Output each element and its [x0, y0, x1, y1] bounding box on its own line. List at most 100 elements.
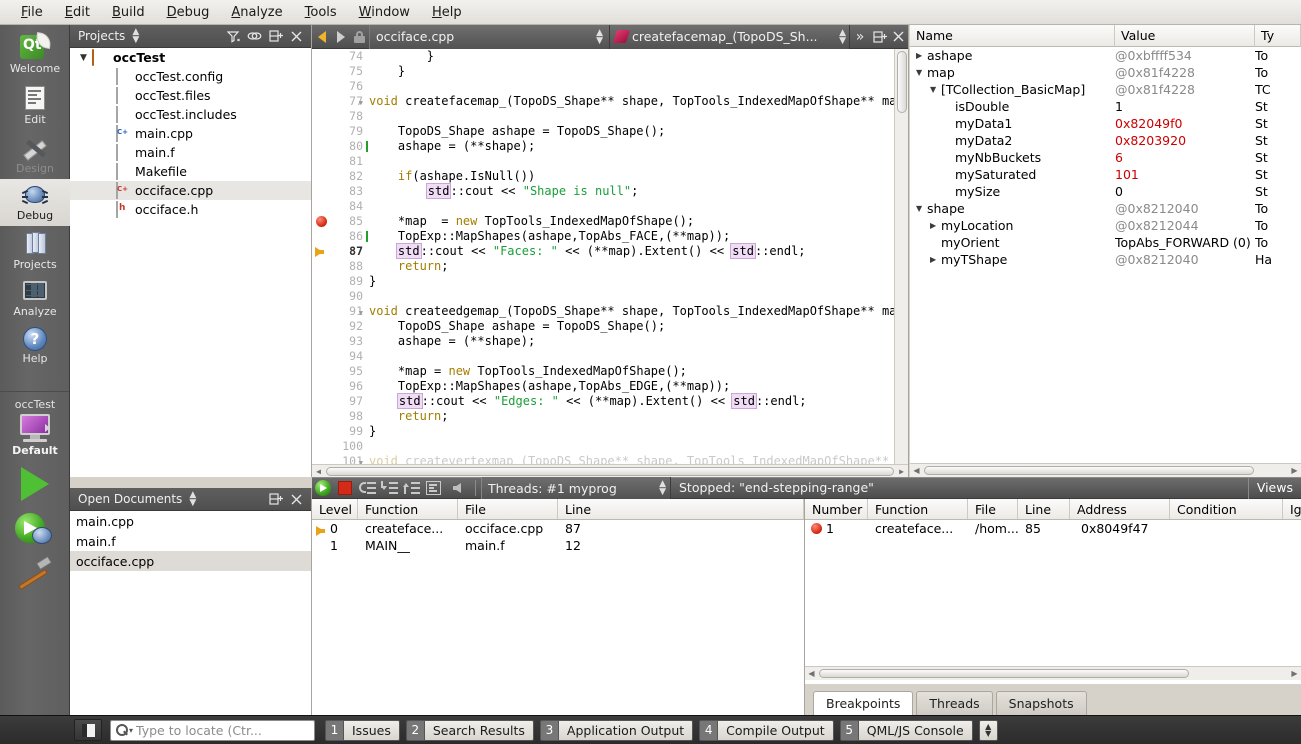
gutter-line[interactable]: 89: [312, 274, 369, 289]
scrollbar-thumb[interactable]: [819, 669, 1189, 678]
scroll-left-icon[interactable]: ◀: [910, 464, 923, 477]
scroll-left-icon[interactable]: ◀: [312, 465, 325, 478]
gutter-line[interactable]: 86: [312, 229, 369, 244]
gutter-line[interactable]: 90: [312, 289, 369, 304]
open-documents-list[interactable]: main.cpp main.f occiface.cpp: [70, 511, 311, 715]
tree-row[interactable]: occTest.includes: [70, 105, 311, 124]
gutter-line[interactable]: 78: [312, 109, 369, 124]
chevron-updown-icon[interactable]: ▲ ▼: [839, 28, 849, 45]
twisty-icon[interactable]: ▼: [80, 53, 92, 63]
continue-button[interactable]: [312, 477, 334, 499]
output-tab-search-results[interactable]: 2 Search Results: [405, 719, 534, 742]
scrollbar-thumb[interactable]: [897, 51, 907, 113]
menu-item-tools[interactable]: Tools: [294, 3, 348, 22]
file-combo[interactable]: occiface.cpp ▲ ▼: [369, 24, 610, 49]
bp-column-number[interactable]: Number: [805, 499, 868, 519]
twisty-icon[interactable]: ▼: [916, 204, 927, 213]
gutter-line[interactable]: 92: [312, 319, 369, 334]
gutter-line[interactable]: 88: [312, 259, 369, 274]
gutter-line[interactable]: 74: [312, 49, 369, 64]
navigate-forward-button[interactable]: [331, 25, 350, 49]
locals-row[interactable]: ▶ myTShape @0x8212040 Ha: [910, 251, 1301, 268]
breakpoints-rows[interactable]: 1 createface... /hom... 85 0x8049f47: [805, 520, 1301, 685]
step-out-button[interactable]: [400, 477, 422, 499]
table-row[interactable]: 1 createface... /hom... 85 0x8049f47: [805, 520, 1301, 537]
gutter-line[interactable]: 93: [312, 334, 369, 349]
menu-item-file[interactable]: File: [10, 3, 54, 22]
locals-row[interactable]: ▶ myLocation @0x8212044 To: [910, 217, 1301, 234]
close-editor-icon[interactable]: [889, 25, 908, 49]
stack-column-function[interactable]: Function: [358, 499, 458, 519]
run-button[interactable]: [0, 457, 70, 501]
gutter-line[interactable]: 94: [312, 349, 369, 364]
table-row[interactable]: 0 createface... occiface.cpp 87: [312, 520, 804, 537]
locals-horizontal-scrollbar[interactable]: ◀ ▶: [910, 463, 1301, 477]
filter-icon[interactable]: [223, 26, 244, 47]
menu-item-build[interactable]: Build: [101, 3, 156, 22]
output-tab-issues[interactable]: 1 Issues: [325, 719, 400, 742]
scroll-right-icon[interactable]: ▶: [1288, 667, 1301, 680]
tree-row[interactable]: Makefile: [70, 162, 311, 181]
list-item-selected[interactable]: occiface.cpp: [70, 551, 311, 571]
gutter-line[interactable]: 96: [312, 379, 369, 394]
build-button[interactable]: [0, 555, 70, 591]
bp-column-function[interactable]: Function: [868, 499, 968, 519]
editor-vertical-scrollbar[interactable]: [894, 49, 908, 477]
link-with-editor-icon[interactable]: [244, 26, 265, 47]
menu-item-debug[interactable]: Debug: [156, 3, 221, 22]
tree-row[interactable]: main.f: [70, 143, 311, 162]
breakpoint-icon[interactable]: [316, 216, 327, 227]
scrollbar-thumb[interactable]: [326, 467, 894, 476]
gutter-line[interactable]: 97: [312, 394, 369, 409]
tab-snapshots[interactable]: Snapshots: [995, 691, 1087, 715]
split-icon[interactable]: [265, 489, 286, 510]
project-tree[interactable]: ▼ occTest occTest.config occTest.files o…: [70, 48, 311, 477]
start-debugging-button[interactable]: [0, 501, 70, 549]
bp-column-address[interactable]: Address: [1070, 499, 1170, 519]
locals-row[interactable]: myData1 0x82049f0 St: [910, 115, 1301, 132]
tree-row[interactable]: occTest.config: [70, 67, 311, 86]
tree-row[interactable]: ▼ occTest: [70, 48, 311, 67]
stack-column-file[interactable]: File: [458, 499, 558, 519]
output-tab-application-output[interactable]: 3 Application Output: [539, 719, 694, 742]
step-into-button[interactable]: [378, 477, 400, 499]
twisty-icon[interactable]: ▶: [930, 221, 941, 230]
stop-debugger-button[interactable]: [334, 477, 356, 499]
scroll-left-icon[interactable]: ◀: [805, 667, 818, 680]
locals-row[interactable]: myData2 0x8203920 St: [910, 132, 1301, 149]
fold-marker-icon[interactable]: [354, 304, 363, 319]
twisty-icon[interactable]: ▶: [930, 255, 941, 264]
gutter-line[interactable]: 82: [312, 169, 369, 184]
gutter-line[interactable]: 83: [312, 184, 369, 199]
locals-tree[interactable]: ▶ ashape @0xbffff534 To ▼ map @0x81f4228 T…: [910, 47, 1301, 462]
locals-row[interactable]: myOrient TopAbs_FORWARD (0) To: [910, 234, 1301, 251]
tree-row[interactable]: occTest.files: [70, 86, 311, 105]
output-tab-qml-js-console[interactable]: 5 QML/JS Console: [839, 719, 973, 742]
twisty-icon[interactable]: ▼: [930, 85, 941, 94]
breakpoint-icon[interactable]: [811, 523, 822, 534]
bp-column-file[interactable]: File: [968, 499, 1018, 519]
kit-selector[interactable]: occTest Default: [0, 392, 70, 457]
gutter-line[interactable]: 75: [312, 64, 369, 79]
fold-marker-icon[interactable]: [354, 94, 363, 109]
split-editor-icon[interactable]: [870, 25, 889, 49]
scrollbar-thumb[interactable]: [924, 466, 1254, 475]
locals-column-name[interactable]: Name: [910, 24, 1115, 47]
tree-row[interactable]: main.cpp: [70, 124, 311, 143]
gutter-line-current[interactable]: 87: [312, 244, 369, 259]
mode-welcome[interactable]: Welcome: [0, 25, 70, 79]
locator-input[interactable]: ▾ Type to locate (Ctr...: [110, 719, 315, 741]
output-tab-compile-output[interactable]: 4 Compile Output: [699, 719, 834, 742]
scroll-right-icon[interactable]: ▶: [895, 465, 908, 478]
locals-row[interactable]: ▼ shape @0x8212040 To: [910, 200, 1301, 217]
bp-column-condition[interactable]: Condition: [1170, 499, 1283, 519]
gutter-line[interactable]: 80: [312, 139, 369, 154]
toggle-sidebar-button[interactable]: [74, 719, 102, 741]
locals-row[interactable]: ▶ ashape @0xbffff534 To: [910, 47, 1301, 64]
gutter-line[interactable]: 84: [312, 199, 369, 214]
close-panel-icon[interactable]: [286, 26, 307, 47]
editor-gutter[interactable]: 74 75 76 77 78 79 80 81 82 83 84 85 86 8…: [312, 49, 369, 477]
twisty-icon[interactable]: ▼: [916, 68, 927, 77]
symbol-combo[interactable]: createfacemap_(TopoDS_Sh... ▲ ▼: [610, 24, 850, 49]
gutter-line[interactable]: 91: [312, 304, 369, 319]
